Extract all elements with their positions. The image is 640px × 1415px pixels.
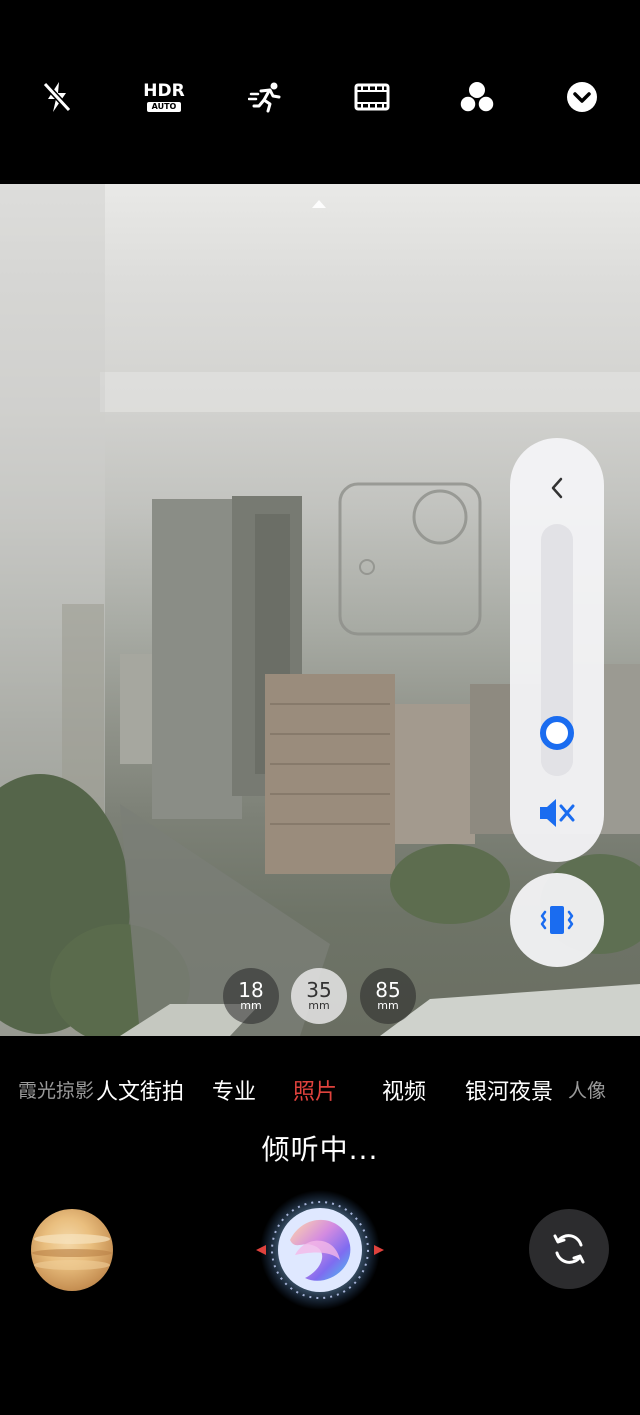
volume-panel xyxy=(510,438,604,862)
thumbnail-image xyxy=(32,1234,112,1270)
mode-selector: 霞光掠影 人文街拍 专业 照片 视频 银河夜景 人像 xyxy=(0,1066,640,1110)
filter-icon[interactable] xyxy=(457,77,497,117)
vibrate-mode-button[interactable] xyxy=(510,873,604,967)
mode-item[interactable]: 人像 xyxy=(568,1076,606,1103)
mode-item[interactable]: 银河夜景 xyxy=(465,1074,553,1106)
expand-caret-icon[interactable] xyxy=(312,200,326,208)
mode-item-active[interactable]: 照片 xyxy=(293,1074,337,1106)
zoom-unit: mm xyxy=(377,999,399,1012)
volume-slider-fill xyxy=(541,745,573,776)
speaker-mute-icon[interactable] xyxy=(537,793,577,833)
vibrate-icon xyxy=(540,906,574,934)
mode-item[interactable]: 专业 xyxy=(212,1074,256,1106)
zoom-unit: mm xyxy=(240,999,262,1012)
zoom-35mm-button[interactable]: 35 mm xyxy=(291,968,347,1024)
more-dropdown-icon[interactable] xyxy=(562,77,602,117)
zoom-value: 18 xyxy=(238,978,264,1002)
hdr-auto-badge: AUTO xyxy=(146,101,182,112)
listening-status: 倾听中... xyxy=(261,1133,379,1166)
zoom-85mm-button[interactable]: 85 mm xyxy=(360,968,416,1024)
mode-item[interactable]: 人文街拍 xyxy=(96,1074,184,1106)
hdr-auto-icon[interactable]: HDR AUTO xyxy=(142,77,186,117)
hdr-label: HDR xyxy=(143,80,185,101)
motion-icon[interactable] xyxy=(246,77,286,117)
top-toolbar: HDR AUTO xyxy=(0,0,640,184)
shutter-orb-icon xyxy=(256,1190,384,1310)
gallery-thumbnail[interactable] xyxy=(31,1209,113,1291)
chevron-left-icon[interactable] xyxy=(543,468,571,508)
zoom-unit: mm xyxy=(308,999,330,1012)
switch-camera-icon xyxy=(553,1234,585,1264)
zoom-value: 35 xyxy=(306,978,332,1002)
switch-camera-button[interactable] xyxy=(529,1209,609,1289)
mode-item[interactable]: 霞光掠影 xyxy=(18,1076,94,1103)
zoom-value: 85 xyxy=(375,978,401,1002)
volume-slider-knob[interactable] xyxy=(540,715,574,750)
flash-off-icon[interactable] xyxy=(37,77,77,117)
voice-shutter-button[interactable] xyxy=(250,1190,390,1310)
aspect-ratio-icon[interactable] xyxy=(352,77,392,117)
mode-item[interactable]: 视频 xyxy=(382,1074,426,1106)
zoom-18mm-button[interactable]: 18 mm xyxy=(223,968,279,1024)
